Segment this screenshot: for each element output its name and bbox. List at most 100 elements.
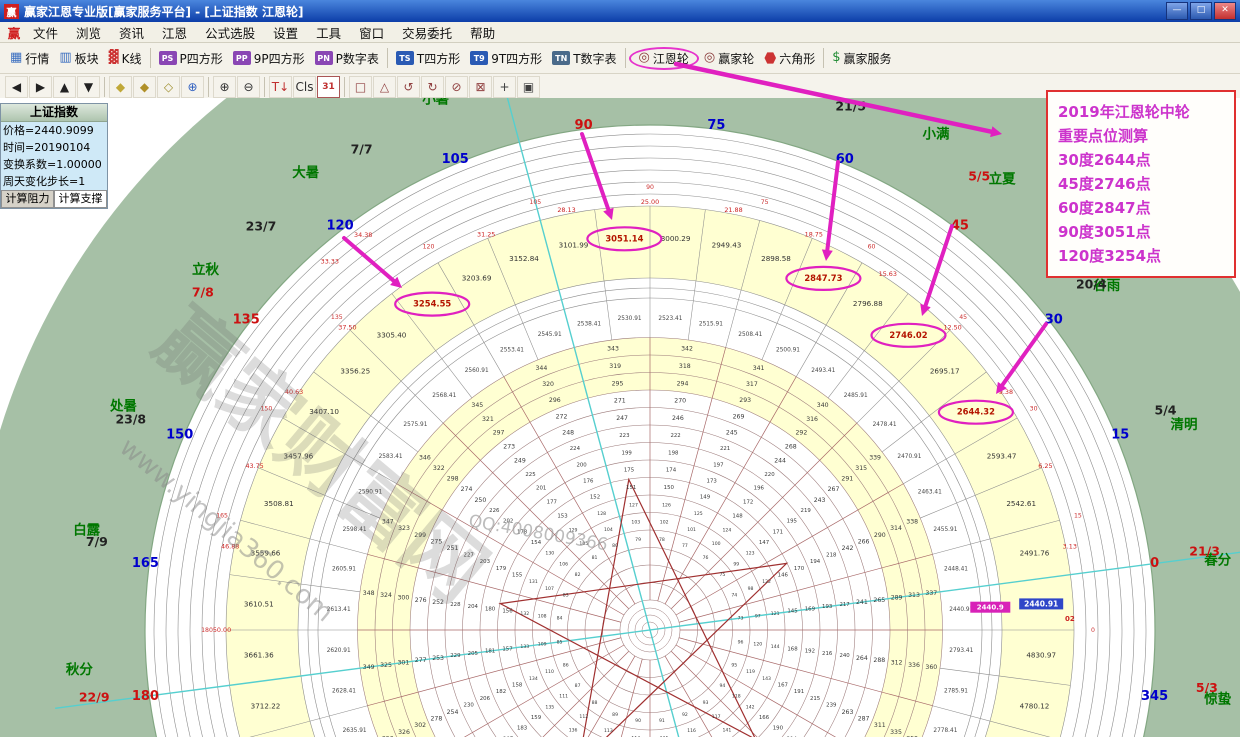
svg-text:2530.91: 2530.91 bbox=[618, 316, 642, 322]
maximize-button[interactable]: □ bbox=[1190, 2, 1212, 20]
close-button[interactable]: ✕ bbox=[1214, 2, 1236, 20]
menu-item-工具[interactable]: 工具 bbox=[307, 22, 350, 43]
center-target-button[interactable]: ⊕ bbox=[181, 76, 204, 98]
svg-text:221: 221 bbox=[720, 446, 730, 452]
svg-text:3356.25: 3356.25 bbox=[340, 367, 370, 376]
svg-text:2796.88: 2796.88 bbox=[853, 299, 883, 308]
svg-text:50.00: 50.00 bbox=[213, 626, 231, 634]
svg-text:278: 278 bbox=[430, 716, 442, 723]
toolbar-item-赢家服务[interactable]: $赢家服务 bbox=[827, 48, 896, 69]
rect-tool-button[interactable]: □ bbox=[349, 76, 372, 98]
boxed-x-button[interactable]: ⊠ bbox=[469, 76, 492, 98]
menu-item-江恩[interactable]: 江恩 bbox=[153, 22, 196, 43]
menu-item-交易委托[interactable]: 交易委托 bbox=[393, 22, 461, 43]
toolbar-separator bbox=[625, 48, 626, 68]
triangle-tool-button[interactable]: △ bbox=[373, 76, 396, 98]
diamond-1-button[interactable]: ◆ bbox=[109, 76, 132, 98]
svg-text:175: 175 bbox=[624, 468, 634, 474]
svg-text:3.13: 3.13 bbox=[1063, 543, 1077, 551]
svg-text:37.50: 37.50 bbox=[338, 323, 356, 331]
rotate-cw-button[interactable]: ↻ bbox=[421, 76, 444, 98]
svg-text:222: 222 bbox=[670, 433, 680, 439]
svg-text:271: 271 bbox=[614, 398, 626, 405]
toolbar-separator bbox=[104, 77, 105, 97]
filter-button[interactable]: ▼ bbox=[77, 76, 100, 98]
forward-button[interactable]: ▶ bbox=[29, 76, 52, 98]
toolbar-item-label: T数字表 bbox=[573, 50, 616, 67]
menu-item-文件[interactable]: 文件 bbox=[24, 22, 67, 43]
rotate-ccw-button[interactable]: ↺ bbox=[397, 76, 420, 98]
toolbar-item-label: P数字表 bbox=[336, 50, 379, 67]
zoom-in-button[interactable]: ⊕ bbox=[213, 76, 236, 98]
marquee-tool-button[interactable]: ▣ bbox=[517, 76, 540, 98]
svg-text:266: 266 bbox=[858, 539, 870, 546]
svg-text:90: 90 bbox=[646, 184, 654, 191]
toolbar-item-江恩轮[interactable]: ◎江恩轮 bbox=[629, 47, 699, 70]
svg-text:2593.47: 2593.47 bbox=[987, 452, 1017, 461]
toolbar-item-六角形[interactable]: 六角形 bbox=[759, 48, 820, 69]
svg-text:316: 316 bbox=[806, 416, 818, 423]
svg-text:2628.41: 2628.41 bbox=[332, 688, 356, 694]
calc-support-button[interactable]: 计算支撑 bbox=[54, 190, 107, 208]
svg-text:155: 155 bbox=[512, 573, 522, 579]
no-symbol-button[interactable]: ⊘ bbox=[445, 76, 468, 98]
svg-text:345: 345 bbox=[471, 402, 483, 409]
minimize-button[interactable]: — bbox=[1166, 2, 1188, 20]
cls-button[interactable]: Cls bbox=[293, 76, 316, 98]
diamond-2-button[interactable]: ◆ bbox=[133, 76, 156, 98]
toolbar-separator bbox=[150, 48, 151, 68]
toolbar-item-赢家轮[interactable]: ◎赢家轮 bbox=[699, 48, 759, 69]
toolbar-separator bbox=[264, 77, 265, 97]
toolbar-item-T数字表[interactable]: TNT数字表 bbox=[547, 48, 621, 69]
winner-wheel-icon: ◎ bbox=[704, 51, 715, 65]
svg-text:2778.41: 2778.41 bbox=[933, 728, 957, 734]
menu-item-帮助[interactable]: 帮助 bbox=[461, 22, 504, 43]
move-tool-button[interactable]: + bbox=[493, 76, 516, 98]
svg-text:149: 149 bbox=[700, 495, 711, 501]
svg-text:大暑: 大暑 bbox=[292, 164, 319, 181]
svg-text:239: 239 bbox=[826, 703, 837, 709]
svg-text:23/8: 23/8 bbox=[115, 412, 146, 427]
svg-text:150: 150 bbox=[166, 428, 193, 443]
svg-text:312: 312 bbox=[891, 660, 903, 667]
toolbar-item-label: 板块 bbox=[75, 50, 99, 67]
toolbar-item-9T四方形[interactable]: T99T四方形 bbox=[465, 48, 547, 69]
svg-text:325: 325 bbox=[380, 662, 392, 669]
svg-text:105: 105 bbox=[529, 199, 541, 206]
toolbar-item-K线[interactable]: ▓K线 bbox=[104, 48, 147, 69]
toolbar-item-P数字表[interactable]: PNP数字表 bbox=[310, 48, 384, 69]
toolbar-item-P四方形[interactable]: PSP四方形 bbox=[154, 48, 228, 69]
menu-item-公式选股[interactable]: 公式选股 bbox=[196, 22, 264, 43]
svg-text:345: 345 bbox=[1141, 689, 1168, 704]
svg-text:240: 240 bbox=[839, 653, 850, 659]
menu-item-设置[interactable]: 设置 bbox=[264, 22, 307, 43]
svg-text:346: 346 bbox=[419, 454, 431, 461]
svg-text:340: 340 bbox=[817, 402, 829, 409]
svg-text:81: 81 bbox=[592, 555, 598, 561]
toolbar-item-9P四方形[interactable]: PP9P四方形 bbox=[228, 48, 310, 69]
zoom-out-button[interactable]: ⊖ bbox=[237, 76, 260, 98]
menu-item-窗口[interactable]: 窗口 bbox=[350, 22, 393, 43]
diamond-3-button[interactable]: ◇ bbox=[157, 76, 180, 98]
svg-text:2500.91: 2500.91 bbox=[776, 348, 800, 354]
svg-text:153: 153 bbox=[557, 514, 567, 520]
svg-text:182: 182 bbox=[496, 689, 506, 695]
svg-text:89: 89 bbox=[612, 712, 618, 718]
svg-text:287: 287 bbox=[858, 716, 870, 723]
pointer-button[interactable]: ▲ bbox=[53, 76, 76, 98]
t-cursor-button[interactable]: T↓ bbox=[269, 76, 292, 98]
back-button[interactable]: ◀ bbox=[5, 76, 28, 98]
toolbar-item-行情[interactable]: ▦行情 bbox=[5, 48, 54, 69]
calendar-button[interactable]: 31 bbox=[317, 76, 340, 98]
svg-text:152: 152 bbox=[590, 495, 600, 501]
svg-text:立秋: 立秋 bbox=[192, 261, 219, 278]
calc-resistance-button[interactable]: 计算阻力 bbox=[1, 190, 54, 208]
toolbar-item-T四方形[interactable]: TST四方形 bbox=[391, 48, 465, 69]
svg-text:146: 146 bbox=[778, 573, 789, 579]
menu-item-浏览[interactable]: 浏览 bbox=[67, 22, 110, 43]
menu-item-资讯[interactable]: 资讯 bbox=[110, 22, 153, 43]
toolbar-item-板块[interactable]: ▥板块 bbox=[54, 48, 103, 69]
svg-text:274: 274 bbox=[461, 486, 473, 493]
info-row-price: 价格=2440.9099 bbox=[1, 122, 107, 139]
svg-text:111: 111 bbox=[559, 694, 568, 700]
